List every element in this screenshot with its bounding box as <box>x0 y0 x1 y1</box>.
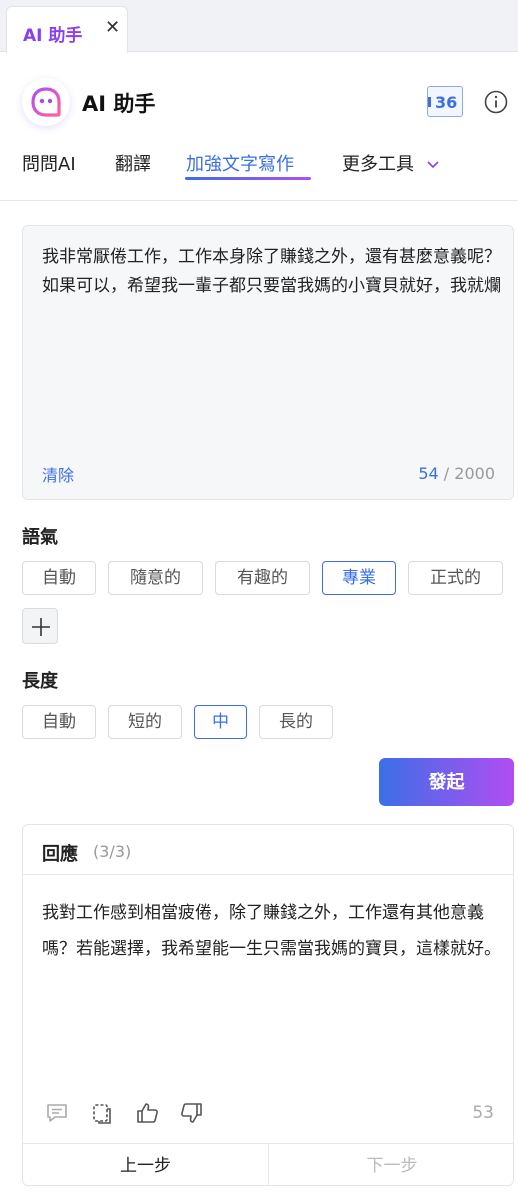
plus-icon <box>32 618 50 636</box>
tab-strip: AI 助手 ✕ <box>0 0 518 53</box>
nav-divider <box>0 200 518 201</box>
tone-option-professional[interactable]: 專業 <box>322 561 396 595</box>
response-footer: 上一步 下一步 <box>23 1143 513 1185</box>
response-title: 回應 <box>42 844 78 865</box>
active-tab-indicator <box>185 177 311 180</box>
response-word-count: 53 <box>472 1103 494 1123</box>
ai-assistant-logo-icon <box>22 78 70 126</box>
previous-button[interactable]: 上一步 <box>23 1144 268 1185</box>
app-title: AI 助手 <box>82 92 156 116</box>
add-tone-button[interactable] <box>22 608 58 644</box>
credits-bar <box>428 97 431 107</box>
info-icon[interactable] <box>484 90 508 118</box>
nav-tab-ask-ai[interactable]: 問問AI <box>22 150 76 176</box>
response-text: 我對工作感到相當疲倦，除了賺錢之外，工作還有其他意義嗎？若能選擇，我希望能一生只… <box>42 903 501 959</box>
nav-tab-translate[interactable]: 翻譯 <box>115 150 151 176</box>
nav-tab-more-tools[interactable]: 更多工具 <box>342 150 440 176</box>
response-card: 回應 (3/3) 我對工作感到相當疲倦，除了賺錢之外，工作還有其他意義嗎？若能選… <box>22 824 514 1186</box>
length-option-medium[interactable]: 中 <box>194 705 247 739</box>
length-option-long[interactable]: 長的 <box>259 705 333 739</box>
copy-icon[interactable] <box>90 1101 114 1129</box>
response-header: 回應 (3/3) <box>23 825 513 875</box>
char-counter: 54 / 2000 <box>418 464 495 483</box>
response-count: (3/3) <box>93 842 132 861</box>
clear-button[interactable]: 清除 <box>42 462 74 486</box>
length-option-auto[interactable]: 自動 <box>22 705 96 739</box>
nav-tab-enhance-writing[interactable]: 加強文字寫作 <box>186 150 294 176</box>
input-card: 我非常厭倦工作，工作本身除了賺錢之外，還有甚麼意義呢？如果可以，希望我一輩子都只… <box>22 225 514 500</box>
length-option-short[interactable]: 短的 <box>108 705 182 739</box>
credits-badge[interactable]: 36 <box>427 86 463 117</box>
length-title: 長度 <box>22 671 58 692</box>
chevron-down-icon <box>427 161 439 169</box>
tone-option-casual[interactable]: 隨意的 <box>108 561 203 595</box>
submit-button[interactable]: 發起 <box>379 758 514 806</box>
tone-option-fun[interactable]: 有趣的 <box>215 561 310 595</box>
thumbs-up-icon[interactable] <box>135 1101 161 1129</box>
tone-option-formal[interactable]: 正式的 <box>408 561 503 595</box>
tone-option-auto[interactable]: 自動 <box>22 561 96 595</box>
credits-count: 36 <box>435 93 458 112</box>
next-button[interactable]: 下一步 <box>269 1144 513 1185</box>
tab-ai-assistant[interactable]: AI 助手 ✕ <box>6 6 128 53</box>
nav-tab-more-tools-label: 更多工具 <box>342 154 414 175</box>
thumbs-down-icon[interactable] <box>178 1101 204 1129</box>
char-count-current: 54 <box>418 464 439 483</box>
tone-title: 語氣 <box>22 527 58 548</box>
char-count-max: / 2000 <box>443 464 495 483</box>
close-icon[interactable]: ✕ <box>105 19 120 37</box>
input-textarea[interactable]: 我非常厭倦工作，工作本身除了賺錢之外，還有甚麼意義呢？如果可以，希望我一輩子都只… <box>42 243 502 301</box>
insert-comment-icon[interactable] <box>45 1101 69 1129</box>
tab-label: AI 助手 <box>23 26 83 46</box>
